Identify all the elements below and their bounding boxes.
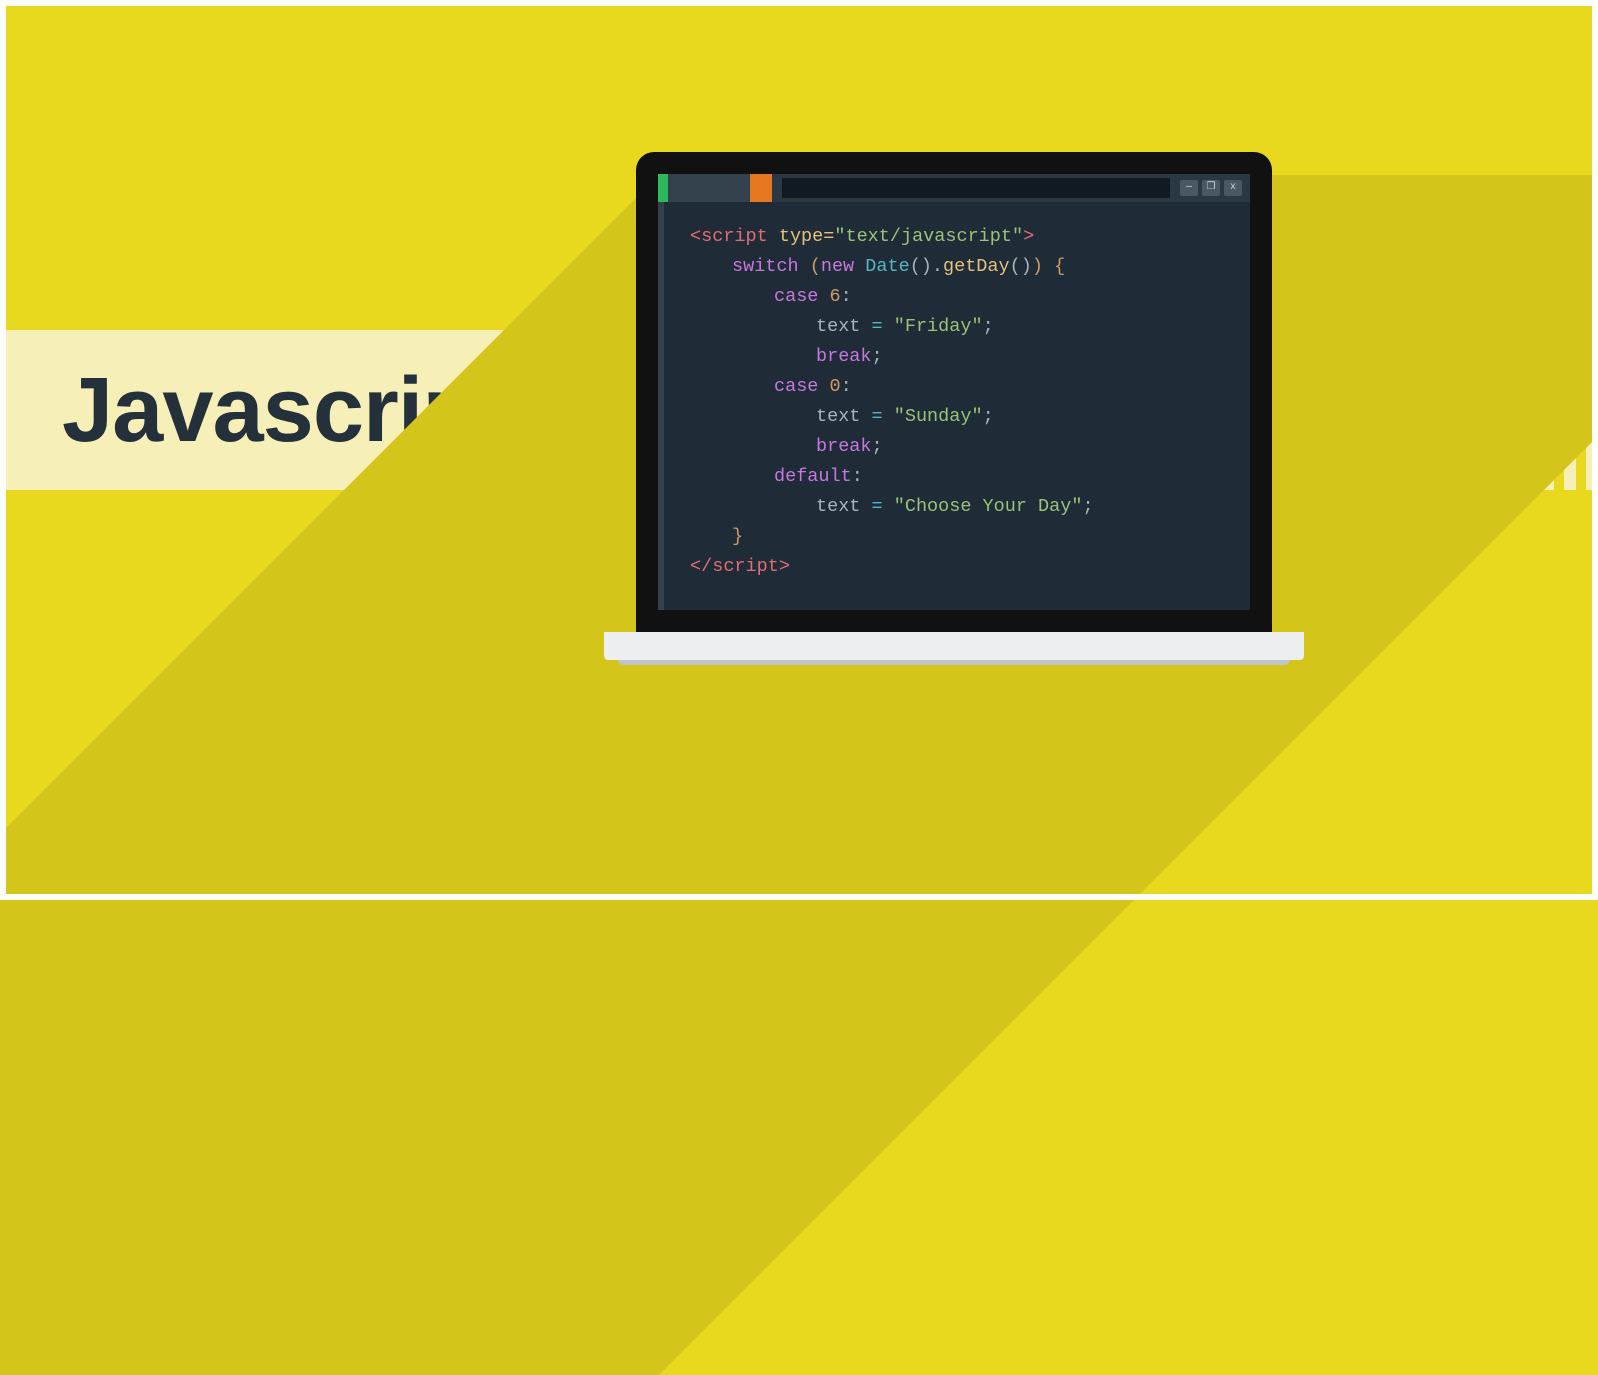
code-line: <script type="text/javascript"> bbox=[690, 222, 1094, 252]
code-line: break; bbox=[690, 342, 1094, 372]
minimize-button[interactable]: — bbox=[1180, 180, 1198, 196]
laptop: — ❐ x <script type="text/javascript"> sw… bbox=[636, 152, 1304, 660]
code-line: case 6: bbox=[690, 282, 1094, 312]
editor-screen: — ❐ x <script type="text/javascript"> sw… bbox=[658, 174, 1250, 610]
code-line: text = "Choose Your Day"; bbox=[690, 492, 1094, 522]
code-line: case 0: bbox=[690, 372, 1094, 402]
code-line: break; bbox=[690, 432, 1094, 462]
code-line: text = "Sunday"; bbox=[690, 402, 1094, 432]
laptop-screen-frame: — ❐ x <script type="text/javascript"> sw… bbox=[636, 152, 1272, 632]
close-button[interactable]: x bbox=[1224, 180, 1242, 196]
code-line: </script> bbox=[690, 552, 1094, 582]
editor-topbar: — ❐ x bbox=[658, 174, 1250, 202]
code-block: <script type="text/javascript"> switch (… bbox=[690, 222, 1094, 582]
code-line: } bbox=[690, 522, 1094, 552]
tab-indicator-green bbox=[658, 174, 668, 202]
tab-indicator-orange bbox=[750, 174, 772, 202]
code-line: text = "Friday"; bbox=[690, 312, 1094, 342]
tab-active[interactable] bbox=[668, 174, 750, 202]
code-line: default: bbox=[690, 462, 1094, 492]
maximize-button[interactable]: ❐ bbox=[1202, 180, 1220, 196]
laptop-base bbox=[604, 632, 1304, 660]
code-line: switch (new Date().getDay()) { bbox=[690, 252, 1094, 282]
editor-gutter bbox=[658, 202, 664, 610]
address-bar[interactable] bbox=[772, 175, 1180, 201]
window-buttons: — ❐ x bbox=[1180, 180, 1250, 196]
